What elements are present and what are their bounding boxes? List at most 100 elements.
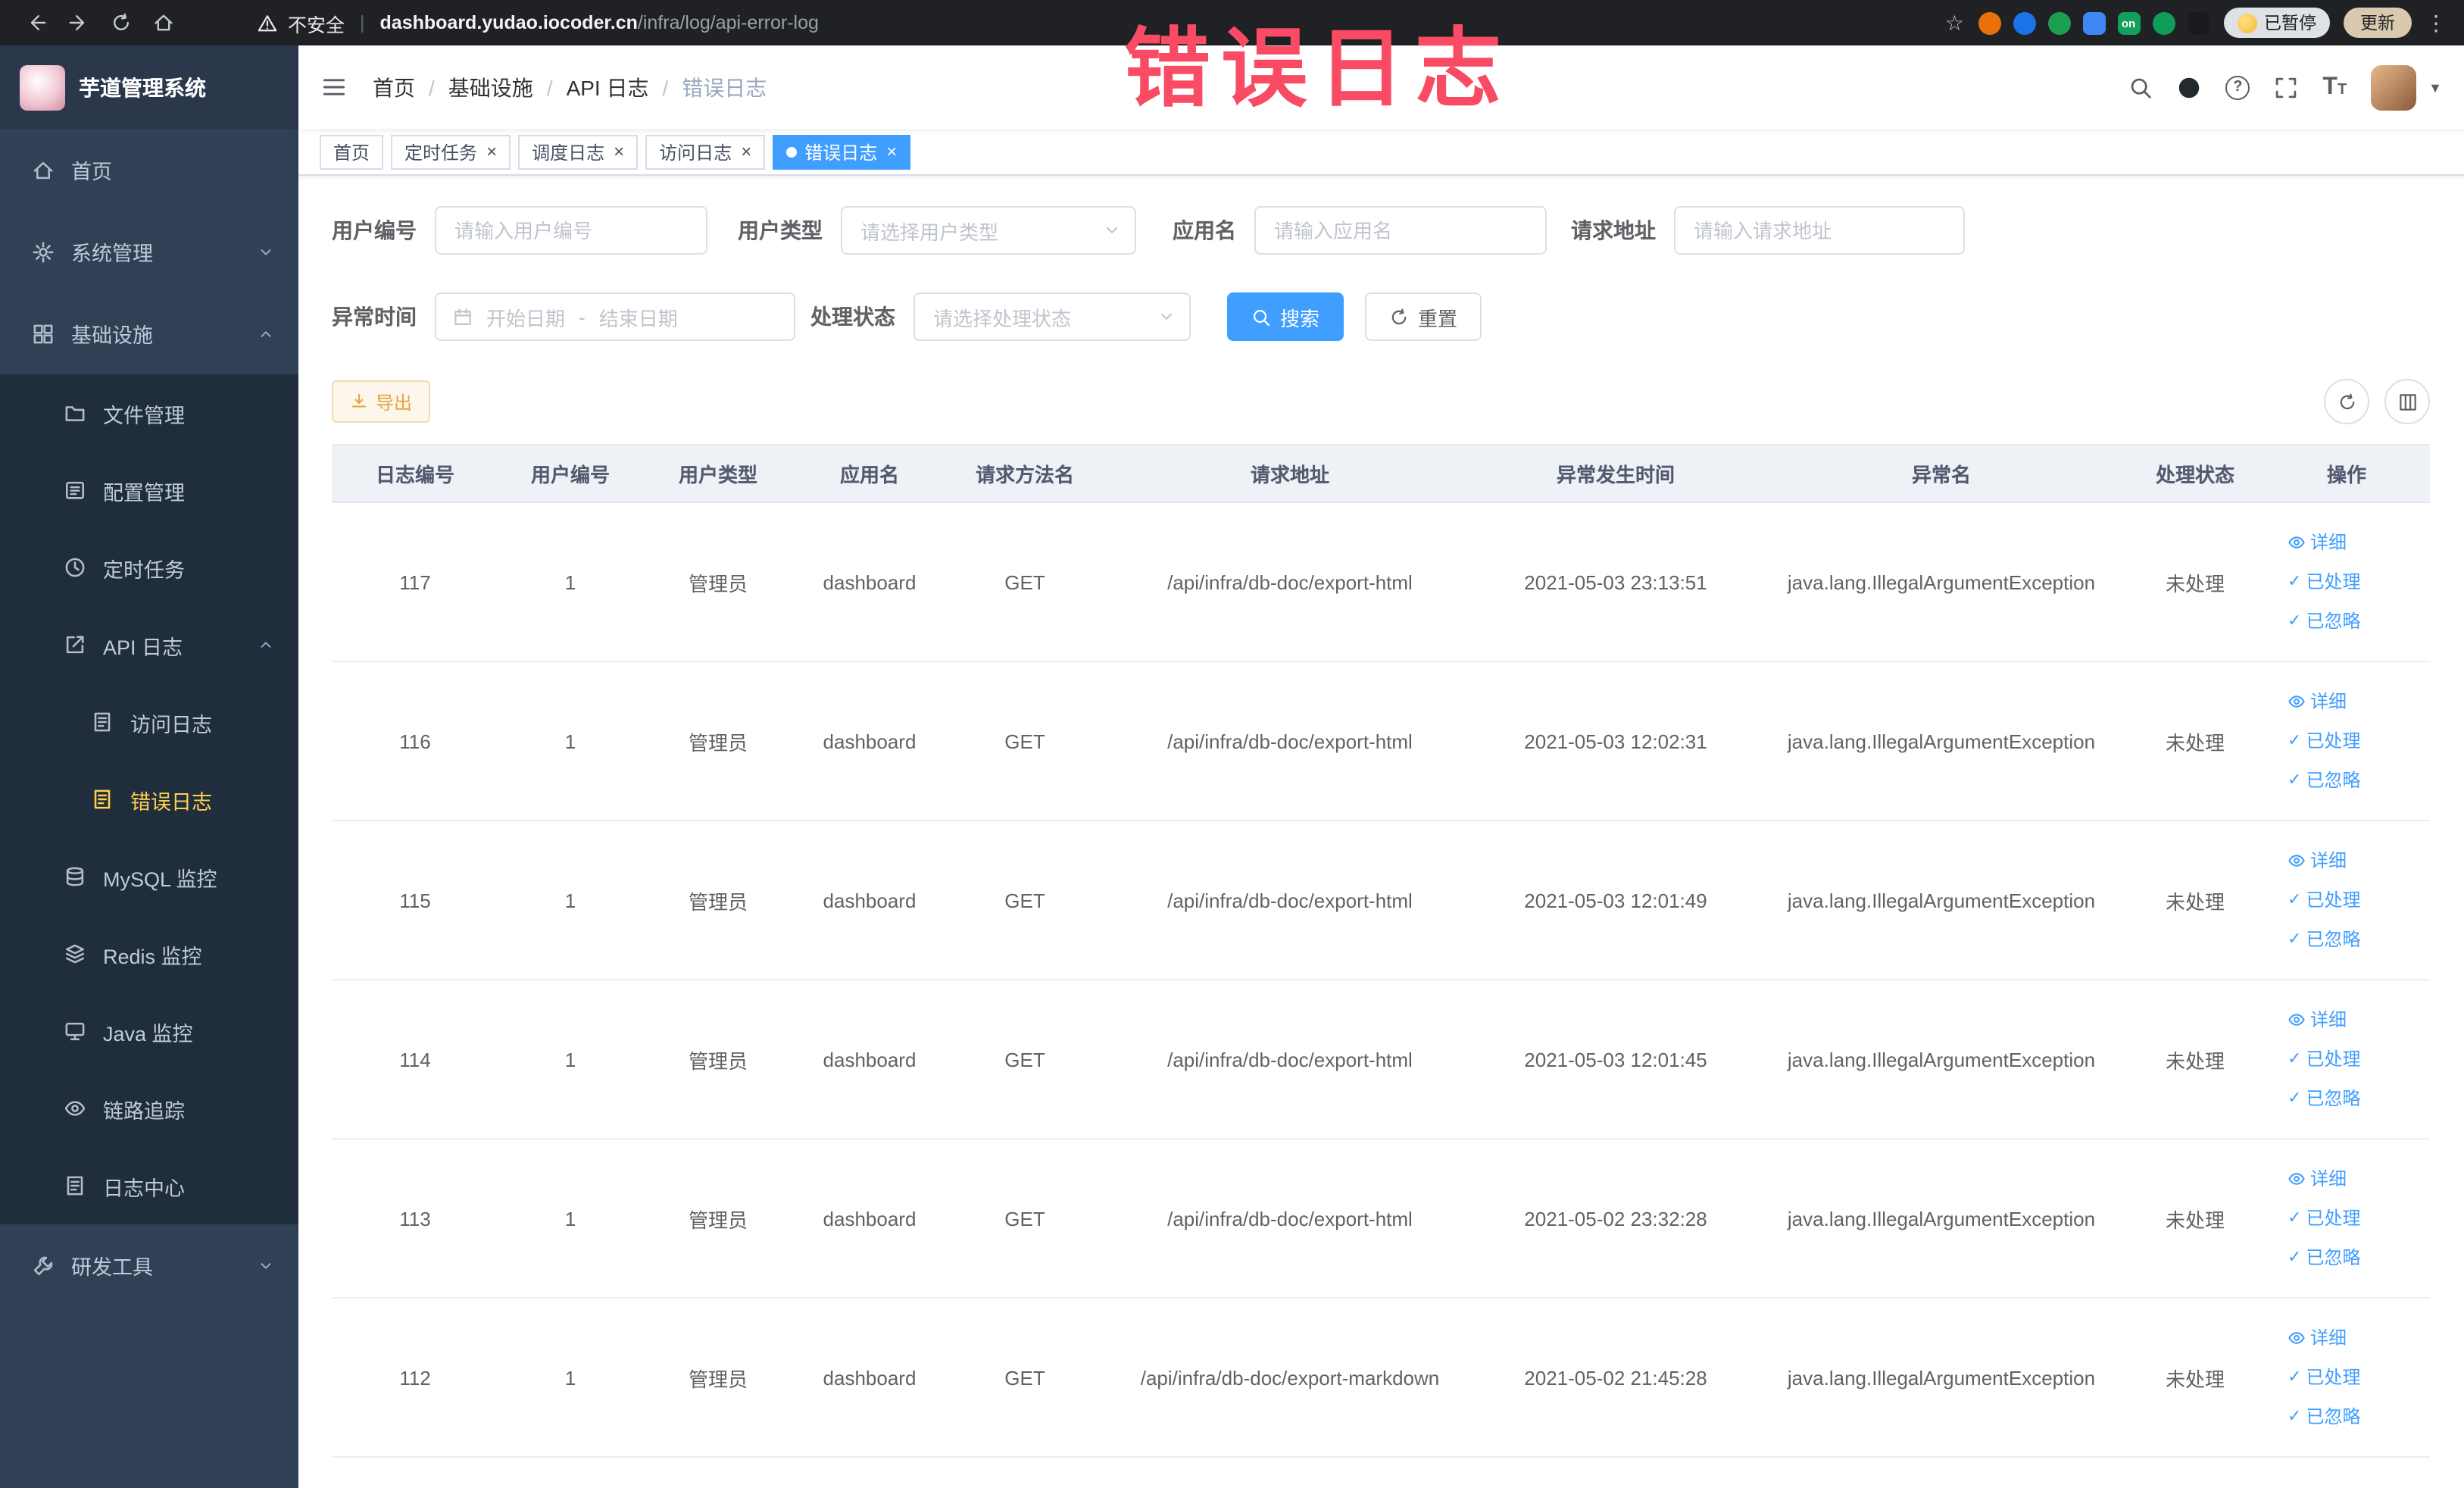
reset-button[interactable]: 重置 [1365,292,1482,341]
action-label: 详细 [2310,691,2347,712]
processed-link[interactable]: ✓ 已处理 [2288,1041,2360,1077]
extension-paw-icon[interactable] [2187,11,2209,34]
sidebar-item-schedule[interactable]: 定时任务 [0,529,298,606]
tab-首页[interactable]: 首页 [320,134,384,169]
sidebar-item-tools[interactable]: 研发工具 [0,1224,298,1306]
processed-link[interactable]: ✓ 已处理 [2288,882,2360,918]
github-icon[interactable] [2177,75,2201,99]
breadcrumb-item-home[interactable]: 首页 [373,72,415,102]
browser-forward-icon[interactable] [61,5,97,41]
address-bar[interactable]: 不安全 | dashboard.yudao.iocoder.cn/infra/l… [258,8,819,37]
file-manage-icon [64,402,86,424]
app-name-input[interactable] [1254,206,1547,255]
processed-link[interactable]: ✓ 已处理 [2288,1200,2360,1236]
browser-back-icon[interactable] [18,5,55,41]
refresh-table-button[interactable] [2324,379,2369,424]
filter-request-url: 请求地址 [1571,206,1965,255]
detail-link[interactable]: 详细 [2288,524,2347,561]
detail-link[interactable]: 详细 [2288,1320,2347,1356]
detail-link[interactable]: 详细 [2288,1002,2347,1038]
extension-green-circle-icon[interactable] [2047,11,2070,34]
extension-leaf-icon[interactable] [2152,11,2175,34]
paused-chip[interactable]: 已暂停 [2223,8,2330,38]
infrastructure-icon [32,322,55,345]
sidebar-item-label: 系统管理 [71,242,153,265]
extension-on-badge-icon[interactable]: on [2117,11,2140,34]
process-status-select[interactable]: 请选择处理状态 [913,292,1191,341]
browser-menu-icon[interactable]: ⋮ [2425,10,2447,36]
fullscreen-icon[interactable] [2274,75,2298,99]
action-label: 已忽略 [2306,1088,2361,1109]
extension-grid-icon[interactable] [2082,11,2105,34]
sidebar-item-home[interactable]: 首页 [0,129,298,211]
ignored-link[interactable]: ✓ 已忽略 [2288,1080,2360,1117]
calendar-icon [453,307,473,327]
sidebar-item-config[interactable]: 配置管理 [0,452,298,529]
close-tab-icon[interactable]: × [614,142,624,161]
font-size-icon[interactable]: TT [2322,74,2347,99]
avatar-caret-icon[interactable]: ▼ [2428,80,2442,95]
sidebar-item-redis[interactable]: Redis 监控 [0,915,298,993]
reset-icon [1389,307,1409,327]
sidebar-item-java[interactable]: Java 监控 [0,993,298,1070]
sidebar-item-gear[interactable]: 系统管理 [0,211,298,292]
table-cell: 2021-05-03 12:01:45 [1476,980,1756,1139]
breadcrumb-item-error-log: 错误日志 [682,75,767,99]
column-header: 操作 [2263,444,2430,503]
collapse-sidebar-icon[interactable] [321,74,347,100]
ignored-link[interactable]: ✓ 已忽略 [2288,1239,2360,1276]
user-id-input[interactable] [435,206,707,255]
ignored-link[interactable]: ✓ 已忽略 [2288,921,2360,958]
column-header: 用户编号 [498,444,642,503]
browser-reload-icon[interactable] [103,5,139,41]
user-type-select[interactable]: 请选择用户类型 [841,206,1136,255]
sidebar-item-api-log[interactable]: API 日志 [0,606,298,683]
table-cell: java.lang.IllegalArgumentException [1756,1298,2127,1458]
sidebar-item-log-center[interactable]: 日志中心 [0,1147,298,1224]
help-icon[interactable]: ? [2225,75,2250,99]
sidebar-item-access-log[interactable]: 访问日志 [0,683,298,761]
sidebar-item-infrastructure[interactable]: 基础设施 [0,292,298,374]
exception-time-range-picker[interactable]: 开始日期 - 结束日期 [435,292,795,341]
ignored-link[interactable]: ✓ 已忽略 [2288,1399,2360,1435]
export-button[interactable]: 导出 [332,380,431,423]
sidebar-item-label: 链路追踪 [103,1099,185,1122]
update-button[interactable]: 更新 [2344,8,2412,38]
close-tab-icon[interactable]: × [886,142,897,161]
extension-orange-icon[interactable] [1978,11,2000,34]
breadcrumb-item-infrastructure[interactable]: 基础设施 [448,72,533,102]
detail-link[interactable]: 详细 [2288,1161,2347,1197]
sidebar-item-file-manage[interactable]: 文件管理 [0,374,298,452]
close-tab-icon[interactable]: × [486,142,497,161]
ignored-link[interactable]: ✓ 已忽略 [2288,603,2360,639]
processed-link[interactable]: ✓ 已处理 [2288,1359,2360,1396]
tab-错误日志[interactable]: 错误日志 × [773,134,911,169]
bookmark-star-icon[interactable]: ☆ [1945,10,1964,36]
processed-link[interactable]: ✓ 已处理 [2288,564,2360,600]
tab-调度日志[interactable]: 调度日志 × [518,134,639,169]
ignored-link[interactable]: ✓ 已忽略 [2288,762,2360,799]
processed-link[interactable]: ✓ 已处理 [2288,723,2360,759]
search-icon[interactable] [2128,75,2153,99]
tab-定时任务[interactable]: 定时任务 × [391,134,511,169]
request-url-input[interactable] [1674,206,1965,255]
browser-home-icon[interactable] [145,5,182,41]
table-cell: 管理员 [642,821,794,980]
sidebar-item-mysql[interactable]: MySQL 监控 [0,838,298,915]
tab-访问日志[interactable]: 访问日志 × [645,134,766,169]
table-cell: /api/infra/db-doc/export-html [1104,980,1476,1139]
sidebar-item-error-log[interactable]: 错误日志 [0,761,298,838]
search-button[interactable]: 搜索 [1227,292,1344,341]
table-cell: java.lang.IllegalArgumentException [1756,502,2127,662]
detail-link[interactable]: 详细 [2288,842,2347,879]
redis-icon [64,943,86,965]
user-avatar[interactable] [2371,64,2417,110]
close-tab-icon[interactable]: × [741,142,751,161]
extension-drop-icon[interactable] [2013,11,2035,34]
detail-link[interactable]: 详细 [2288,683,2347,720]
column-settings-button[interactable] [2384,379,2430,424]
breadcrumb-item-api-log[interactable]: API 日志 [567,72,649,102]
sidebar-item-trace[interactable]: 链路追踪 [0,1070,298,1147]
table-cell: 116 [332,661,498,821]
date-range-separator: - [579,305,586,328]
